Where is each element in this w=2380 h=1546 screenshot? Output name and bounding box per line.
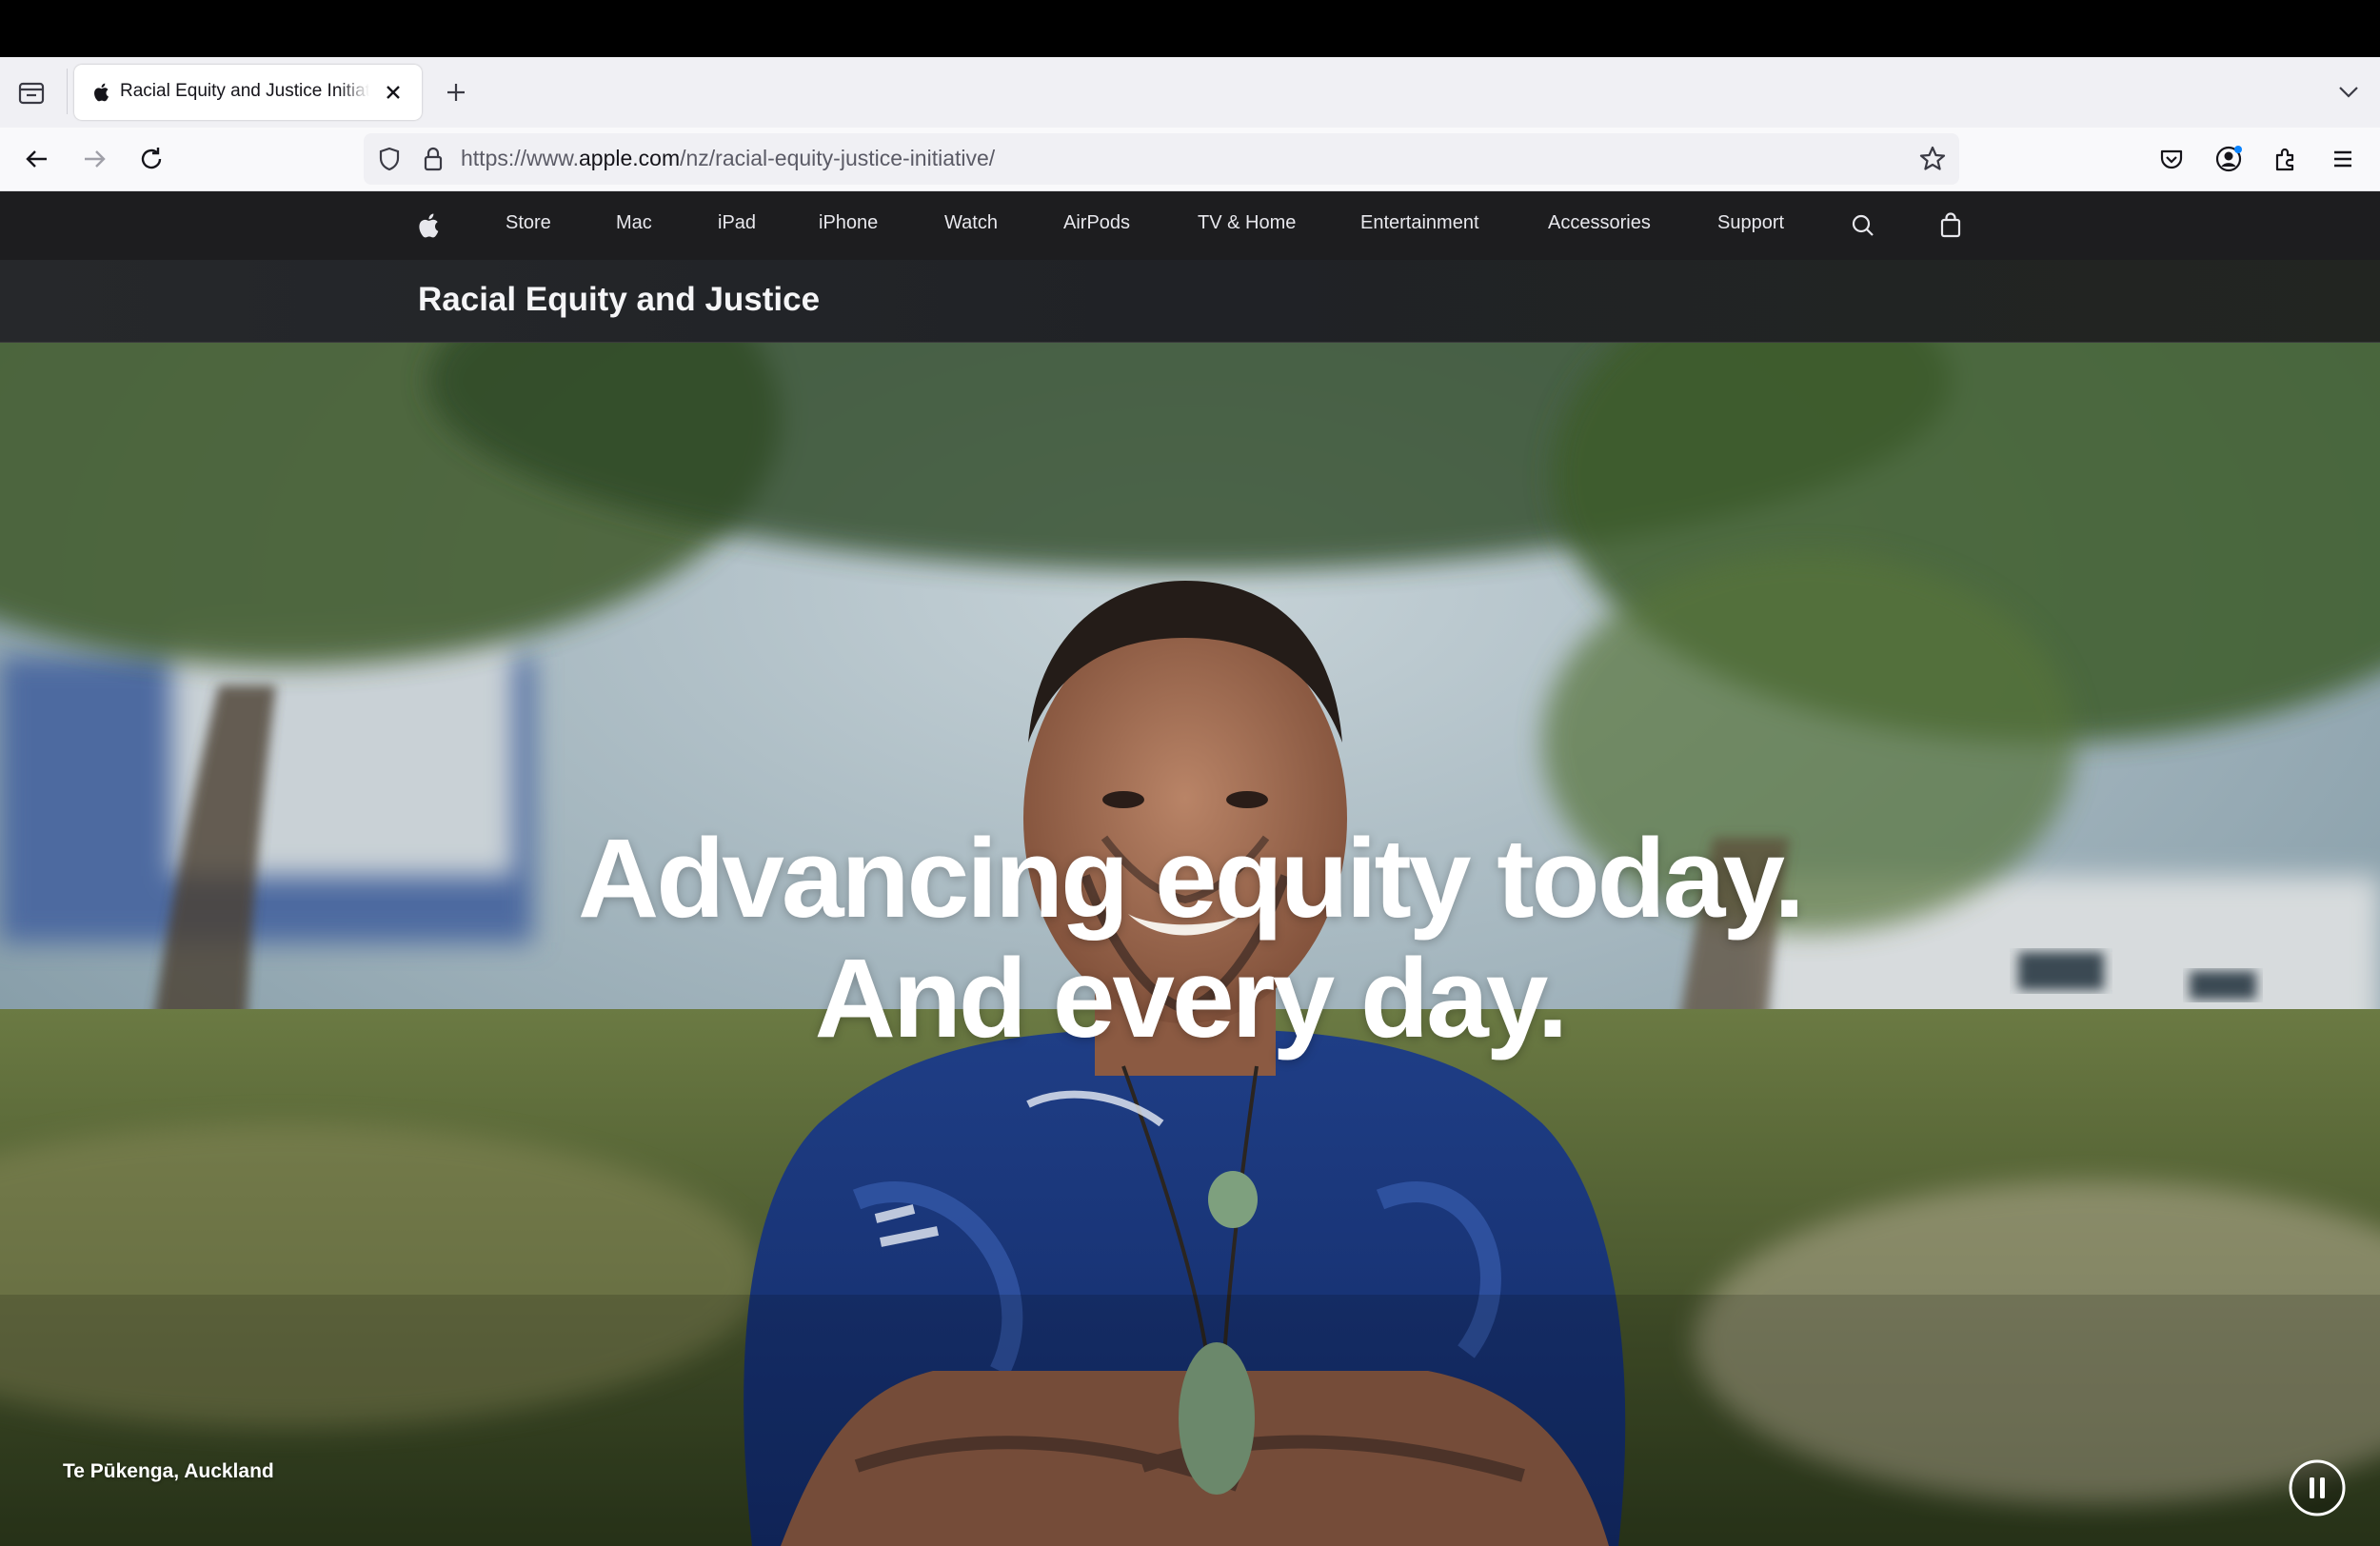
apple-global-nav: Store Mac iPad iPhone Watch AirPods TV &… bbox=[0, 191, 2380, 260]
tab-strip: Racial Equity and Justice Initiati bbox=[0, 57, 2380, 129]
os-menu-bar bbox=[0, 0, 2380, 57]
pocket-icon[interactable] bbox=[2155, 143, 2188, 175]
bookmark-star-icon[interactable] bbox=[1917, 144, 1948, 174]
plus-icon[interactable] bbox=[440, 76, 472, 109]
nav-item-airpods[interactable]: AirPods bbox=[1063, 212, 1130, 234]
hero-caption: Te Pūkenga, Auckland bbox=[63, 1460, 274, 1482]
forward-arrow-icon[interactable] bbox=[78, 143, 110, 175]
address-bar[interactable]: https://www.apple.com/nz/racial-equity-j… bbox=[364, 133, 1959, 185]
nav-item-watch[interactable]: Watch bbox=[944, 212, 998, 234]
nav-item-accessories[interactable]: Accessories bbox=[1548, 212, 1651, 234]
back-arrow-icon[interactable] bbox=[21, 143, 53, 175]
nav-item-tv-home[interactable]: TV & Home bbox=[1198, 212, 1296, 234]
nav-item-entertainment[interactable]: Entertainment bbox=[1360, 212, 1479, 234]
hamburger-menu-icon[interactable] bbox=[2327, 143, 2359, 175]
lock-icon[interactable] bbox=[419, 145, 447, 173]
nav-item-support[interactable]: Support bbox=[1717, 212, 1784, 234]
account-icon[interactable] bbox=[2212, 143, 2245, 175]
url-text[interactable]: https://www.apple.com/nz/racial-equity-j… bbox=[461, 146, 995, 171]
url-domain: apple.com bbox=[578, 146, 681, 170]
tab-list-icon[interactable] bbox=[15, 76, 48, 109]
browser-tab-active[interactable]: Racial Equity and Justice Initiati bbox=[74, 65, 422, 120]
shopping-bag-icon[interactable] bbox=[1936, 210, 1965, 241]
chevron-down-icon[interactable] bbox=[2332, 78, 2365, 107]
tab-divider bbox=[67, 69, 68, 114]
pause-button[interactable] bbox=[2289, 1459, 2346, 1516]
nav-item-mac[interactable]: Mac bbox=[616, 212, 652, 234]
search-icon[interactable] bbox=[1849, 210, 1877, 241]
navigation-toolbar: https://www.apple.com/nz/racial-equity-j… bbox=[0, 128, 2380, 191]
extensions-icon[interactable] bbox=[2270, 143, 2302, 175]
nav-item-iphone[interactable]: iPhone bbox=[819, 212, 878, 234]
url-path: /nz/racial-equity-justice-initiative/ bbox=[680, 146, 996, 170]
apple-logo-icon bbox=[91, 81, 112, 104]
nav-item-ipad[interactable]: iPad bbox=[718, 212, 756, 234]
hero-headline: Advancing equity today. And every day. bbox=[0, 819, 2380, 1059]
pause-icon bbox=[2289, 1459, 2346, 1516]
apple-logo-icon[interactable] bbox=[415, 210, 444, 241]
nav-item-store[interactable]: Store bbox=[506, 212, 551, 234]
local-nav: Racial Equity and Justice bbox=[0, 260, 2380, 343]
url-prefix: https://www. bbox=[461, 146, 579, 170]
local-nav-title[interactable]: Racial Equity and Justice bbox=[418, 281, 820, 319]
hero-section: Advancing equity today. And every day. T… bbox=[0, 343, 2380, 1546]
shield-icon[interactable] bbox=[375, 145, 404, 173]
close-icon[interactable] bbox=[379, 78, 407, 107]
hero-headline-line1: Advancing equity today. bbox=[578, 816, 1805, 941]
tab-title: Racial Equity and Justice Initiati bbox=[120, 81, 369, 101]
hero-headline-line2: And every day. bbox=[814, 936, 1569, 1061]
reload-icon[interactable] bbox=[135, 143, 168, 175]
